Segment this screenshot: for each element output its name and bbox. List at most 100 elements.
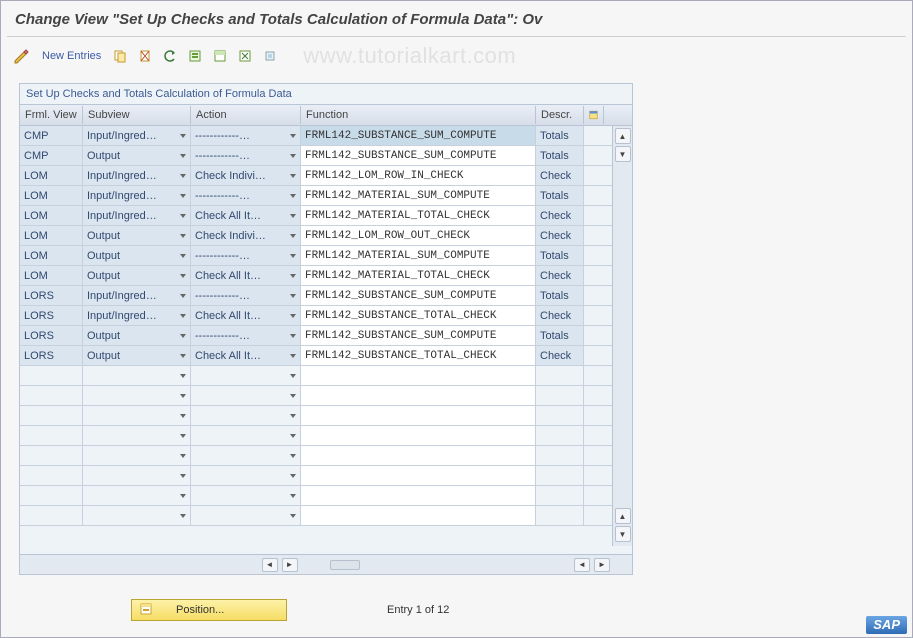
toggle-change-icon[interactable] <box>11 46 33 66</box>
hscroll-left-icon[interactable]: ◄ <box>262 558 278 572</box>
cell-function[interactable]: FRML142_SUBSTANCE_SUM_COMPUTE <box>301 326 536 345</box>
cell-function[interactable]: FRML142_SUBSTANCE_SUM_COMPUTE <box>301 286 536 305</box>
cell-action[interactable] <box>191 506 301 525</box>
col-descr[interactable]: Descr. <box>536 106 584 124</box>
cell-function[interactable]: FRML142_SUBSTANCE_SUM_COMPUTE <box>301 146 536 165</box>
cell-action[interactable]: Check All It… <box>191 206 301 225</box>
scroll-down-icon[interactable]: ▼ <box>615 526 631 542</box>
cell-action[interactable] <box>191 366 301 385</box>
cell-action[interactable]: ------------… <box>191 326 301 345</box>
cell-function[interactable] <box>301 506 536 525</box>
cell-frml[interactable]: LOM <box>20 246 83 265</box>
cell-frml[interactable] <box>20 406 83 425</box>
cell-frml[interactable]: LORS <box>20 326 83 345</box>
cell-function[interactable] <box>301 466 536 485</box>
cell-frml[interactable]: LOM <box>20 266 83 285</box>
table-row[interactable]: LORSInput/Ingred…Check All It…FRML142_SU… <box>20 306 612 326</box>
col-frml-view[interactable]: Frml. View <box>20 106 83 124</box>
cell-subview[interactable] <box>83 406 191 425</box>
cell-action[interactable]: Check All It… <box>191 346 301 365</box>
cell-frml[interactable] <box>20 466 83 485</box>
cell-subview[interactable] <box>83 366 191 385</box>
cell-action[interactable]: ------------… <box>191 126 301 145</box>
table-row-empty[interactable] <box>20 406 612 426</box>
cell-action[interactable] <box>191 426 301 445</box>
cell-subview[interactable]: Input/Ingred… <box>83 126 191 145</box>
cell-frml[interactable] <box>20 446 83 465</box>
cell-frml[interactable] <box>20 386 83 405</box>
vertical-scrollbar[interactable]: ▲ ▼ ▲ ▼ <box>612 126 632 546</box>
table-row[interactable]: LOMInput/Ingred…Check Indivi…FRML142_LOM… <box>20 166 612 186</box>
cell-subview[interactable]: Output <box>83 146 191 165</box>
copy-as-icon[interactable] <box>110 46 130 66</box>
cell-action[interactable]: ------------… <box>191 146 301 165</box>
table-row[interactable]: LOMInput/Ingred…------------…FRML142_MAT… <box>20 186 612 206</box>
cell-action[interactable] <box>191 446 301 465</box>
table-row[interactable]: LORSOutput------------…FRML142_SUBSTANCE… <box>20 326 612 346</box>
cell-frml[interactable]: CMP <box>20 146 83 165</box>
cell-function[interactable] <box>301 446 536 465</box>
cell-frml[interactable] <box>20 426 83 445</box>
cell-action[interactable] <box>191 386 301 405</box>
col-function[interactable]: Function <box>301 106 536 124</box>
col-action[interactable]: Action <box>191 106 301 124</box>
cell-subview[interactable]: Input/Ingred… <box>83 306 191 325</box>
cell-subview[interactable]: Input/Ingred… <box>83 286 191 305</box>
table-row-empty[interactable] <box>20 366 612 386</box>
cell-frml[interactable] <box>20 486 83 505</box>
cell-frml[interactable]: LOM <box>20 226 83 245</box>
cell-subview[interactable] <box>83 506 191 525</box>
cell-function[interactable]: FRML142_MATERIAL_TOTAL_CHECK <box>301 206 536 225</box>
table-row[interactable]: LOMOutputCheck All It…FRML142_MATERIAL_T… <box>20 266 612 286</box>
cell-subview[interactable] <box>83 486 191 505</box>
cell-function[interactable] <box>301 366 536 385</box>
hscroll-thumb[interactable] <box>330 560 360 570</box>
cell-action[interactable]: Check All It… <box>191 266 301 285</box>
scroll-up-page-icon[interactable]: ▲ <box>615 508 631 524</box>
col-subview[interactable]: Subview <box>83 106 191 124</box>
undo-icon[interactable] <box>160 46 180 66</box>
cell-action[interactable] <box>191 466 301 485</box>
cell-action[interactable]: Check Indivi… <box>191 166 301 185</box>
table-row[interactable]: CMPOutput------------…FRML142_SUBSTANCE_… <box>20 146 612 166</box>
table-row-empty[interactable] <box>20 486 612 506</box>
table-row-empty[interactable] <box>20 426 612 446</box>
cell-subview[interactable]: Input/Ingred… <box>83 206 191 225</box>
cell-frml[interactable]: LORS <box>20 286 83 305</box>
cell-function[interactable]: FRML142_LOM_ROW_IN_CHECK <box>301 166 536 185</box>
hscroll2-right-icon[interactable]: ► <box>594 558 610 572</box>
cell-subview[interactable] <box>83 446 191 465</box>
cell-function[interactable] <box>301 386 536 405</box>
deselect-all-icon[interactable] <box>235 46 255 66</box>
cell-function[interactable]: FRML142_SUBSTANCE_TOTAL_CHECK <box>301 306 536 325</box>
table-row[interactable]: LORSOutputCheck All It…FRML142_SUBSTANCE… <box>20 346 612 366</box>
table-row-empty[interactable] <box>20 506 612 526</box>
table-row[interactable]: LOMOutput------------…FRML142_MATERIAL_S… <box>20 246 612 266</box>
cell-function[interactable] <box>301 406 536 425</box>
table-row[interactable]: CMPInput/Ingred…------------…FRML142_SUB… <box>20 126 612 146</box>
cell-function[interactable]: FRML142_SUBSTANCE_TOTAL_CHECK <box>301 346 536 365</box>
cell-subview[interactable]: Output <box>83 266 191 285</box>
print-bc-set-icon[interactable] <box>260 46 280 66</box>
cell-frml[interactable]: LOM <box>20 206 83 225</box>
cell-frml[interactable]: CMP <box>20 126 83 145</box>
table-row[interactable]: LORSInput/Ingred…------------…FRML142_SU… <box>20 286 612 306</box>
cell-function[interactable]: FRML142_SUBSTANCE_SUM_COMPUTE <box>301 126 536 145</box>
cell-subview[interactable]: Output <box>83 246 191 265</box>
cell-action[interactable]: ------------… <box>191 186 301 205</box>
cell-frml[interactable]: LOM <box>20 166 83 185</box>
table-row-empty[interactable] <box>20 446 612 466</box>
hscroll2-left-icon[interactable]: ◄ <box>574 558 590 572</box>
cell-action[interactable] <box>191 486 301 505</box>
cell-frml[interactable]: LORS <box>20 346 83 365</box>
cell-function[interactable]: FRML142_MATERIAL_SUM_COMPUTE <box>301 186 536 205</box>
delete-icon[interactable] <box>135 46 155 66</box>
scroll-down-step-icon[interactable]: ▼ <box>615 146 631 162</box>
table-row-empty[interactable] <box>20 386 612 406</box>
cell-function[interactable]: FRML142_MATERIAL_SUM_COMPUTE <box>301 246 536 265</box>
cell-subview[interactable]: Output <box>83 346 191 365</box>
cell-function[interactable]: FRML142_MATERIAL_TOTAL_CHECK <box>301 266 536 285</box>
cell-subview[interactable]: Output <box>83 226 191 245</box>
cell-subview[interactable]: Input/Ingred… <box>83 186 191 205</box>
cell-action[interactable]: Check Indivi… <box>191 226 301 245</box>
